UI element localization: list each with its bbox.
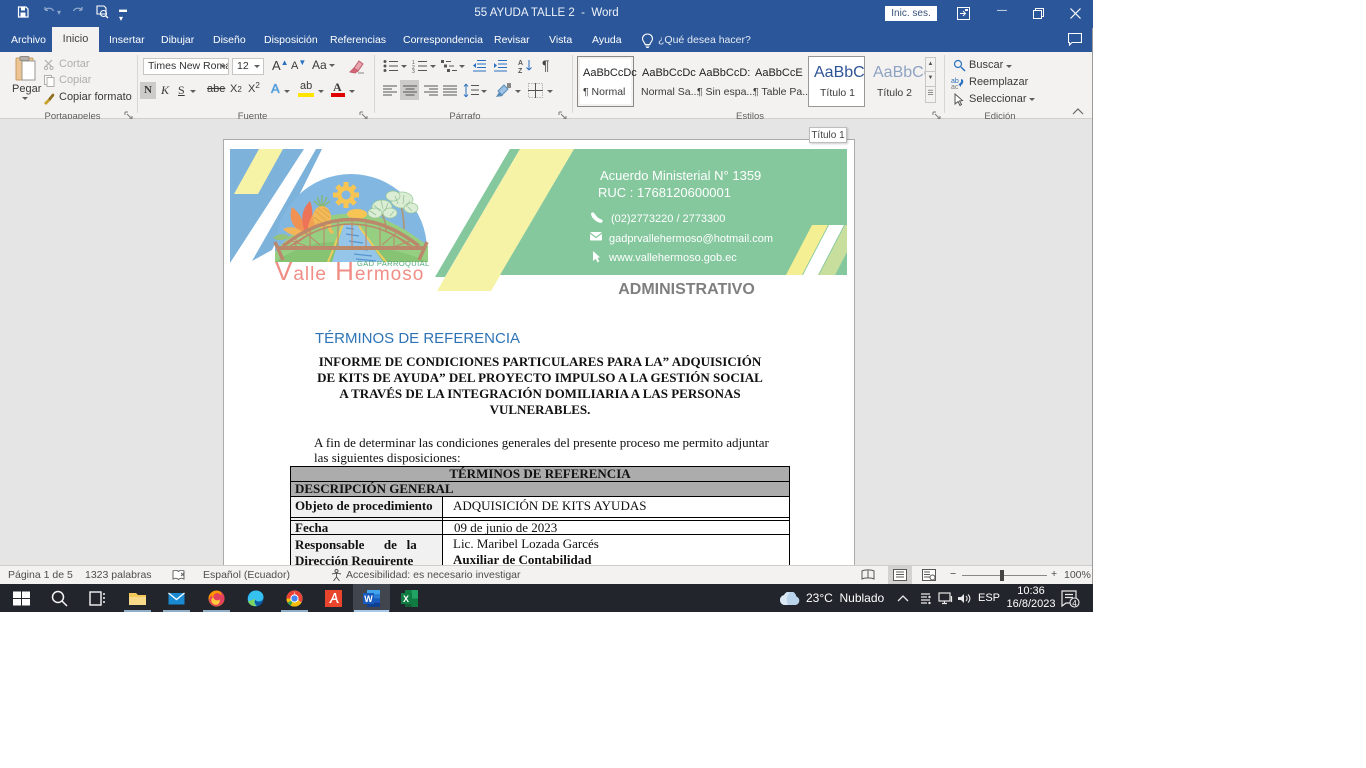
svg-text:X: X <box>403 594 409 604</box>
svg-text:www.vallehermoso.gob.ec: www.vallehermoso.gob.ec <box>608 252 737 264</box>
svg-text:4: 4 <box>1072 599 1077 608</box>
svg-text:3: 3 <box>412 69 415 73</box>
svg-text:ac: ac <box>951 84 959 89</box>
svg-text:Z: Z <box>518 68 523 73</box>
svg-text:(02)2773220 / 2773300: (02)2773220 / 2773300 <box>611 213 725 225</box>
svg-text:RUC : 1768120600001: RUC : 1768120600001 <box>598 185 731 200</box>
svg-text:W: W <box>364 594 373 604</box>
svg-text:gadprvallehermoso@hotmail.com: gadprvallehermoso@hotmail.com <box>609 233 773 245</box>
svg-text:A: A <box>518 60 523 67</box>
svg-text:Acuerdo Ministerial N° 1359: Acuerdo Ministerial N° 1359 <box>600 168 761 183</box>
